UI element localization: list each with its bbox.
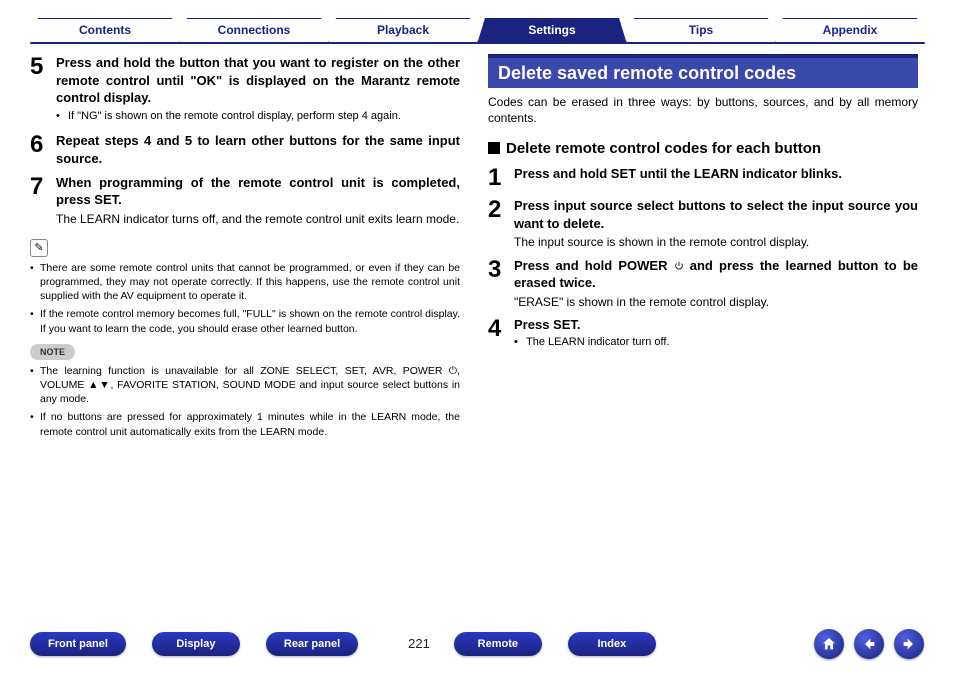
step-number: 2 [488, 197, 514, 250]
pencil-note-icon: ✎ [30, 239, 48, 257]
section-title: Delete saved remote control codes [488, 58, 918, 88]
step-title: When programming of the remote control u… [56, 174, 460, 209]
footer-nav: Front panel Display Rear panel 221 Remot… [0, 629, 954, 659]
section-header: Delete saved remote control codes [488, 54, 918, 88]
tip-list: There are some remote control units that… [30, 261, 460, 336]
step-number: 7 [30, 174, 56, 227]
step-title: Press and hold SET until the LEARN indic… [514, 165, 918, 183]
step-number: 1 [488, 165, 514, 191]
top-nav-tabs: Contents Connections Playback Settings T… [30, 18, 924, 44]
step-number: 6 [30, 132, 56, 167]
tab-settings[interactable]: Settings [477, 18, 627, 44]
right-column: Delete saved remote control codes Codes … [488, 54, 918, 443]
note-bullet: The learning function is unavailable for… [30, 364, 460, 407]
step-title: Press and hold POWER and press the learn… [514, 257, 918, 292]
step-title: Repeat steps 4 and 5 to learn other butt… [56, 132, 460, 167]
rstep-1: 1 Press and hold SET until the LEARN ind… [488, 165, 918, 191]
page-number: 221 [408, 635, 430, 653]
arrow-left-icon [861, 636, 877, 652]
note-bullet: If no buttons are pressed for approximat… [30, 410, 460, 438]
footer-btn-remote[interactable]: Remote [454, 632, 542, 656]
footer-btn-rear-panel[interactable]: Rear panel [266, 632, 358, 656]
step-bullet: The LEARN indicator turn off. [514, 335, 918, 350]
power-icon [674, 261, 684, 271]
tab-tips[interactable]: Tips [626, 18, 776, 44]
section-intro: Codes can be erased in three ways: by bu… [488, 94, 918, 126]
footer-btn-display[interactable]: Display [152, 632, 240, 656]
rstep-3: 3 Press and hold POWER and press the lea… [488, 257, 918, 310]
sub-heading: Delete remote control codes for each but… [488, 139, 918, 159]
step-title: Press SET. [514, 316, 918, 334]
step-body: The LEARN indicator turns off, and the r… [56, 211, 460, 227]
square-bullet-icon [488, 142, 500, 154]
home-button[interactable] [814, 629, 844, 659]
home-icon [821, 636, 837, 652]
rstep-4: 4 Press SET. The LEARN indicator turn of… [488, 316, 918, 353]
step-number: 5 [30, 54, 56, 126]
step-5: 5 Press and hold the button that you wan… [30, 54, 460, 126]
step-title: Press and hold the button that you want … [56, 54, 460, 107]
tab-contents[interactable]: Contents [30, 18, 180, 44]
tab-playback[interactable]: Playback [328, 18, 478, 44]
footer-btn-front-panel[interactable]: Front panel [30, 632, 126, 656]
step-title: Press input source select buttons to sel… [514, 197, 918, 232]
step-body: "ERASE" is shown in the remote control d… [514, 294, 918, 310]
note-list: The learning function is unavailable for… [30, 364, 460, 439]
step-6: 6 Repeat steps 4 and 5 to learn other bu… [30, 132, 460, 167]
tab-appendix[interactable]: Appendix [775, 18, 925, 44]
tip-bullet: There are some remote control units that… [30, 261, 460, 304]
step-number: 4 [488, 316, 514, 353]
note-badge: NOTE [30, 344, 75, 360]
arrow-right-icon [901, 636, 917, 652]
footer-btn-index[interactable]: Index [568, 632, 656, 656]
tip-bullet: If the remote control memory becomes ful… [30, 307, 460, 335]
tab-connections[interactable]: Connections [179, 18, 329, 44]
prev-page-button[interactable] [854, 629, 884, 659]
left-column: 5 Press and hold the button that you wan… [30, 54, 460, 443]
step-body: The input source is shown in the remote … [514, 234, 918, 250]
step-7: 7 When programming of the remote control… [30, 174, 460, 227]
next-page-button[interactable] [894, 629, 924, 659]
step-number: 3 [488, 257, 514, 310]
step-bullet: If "NG" is shown on the remote control d… [56, 109, 460, 124]
rstep-2: 2 Press input source select buttons to s… [488, 197, 918, 250]
